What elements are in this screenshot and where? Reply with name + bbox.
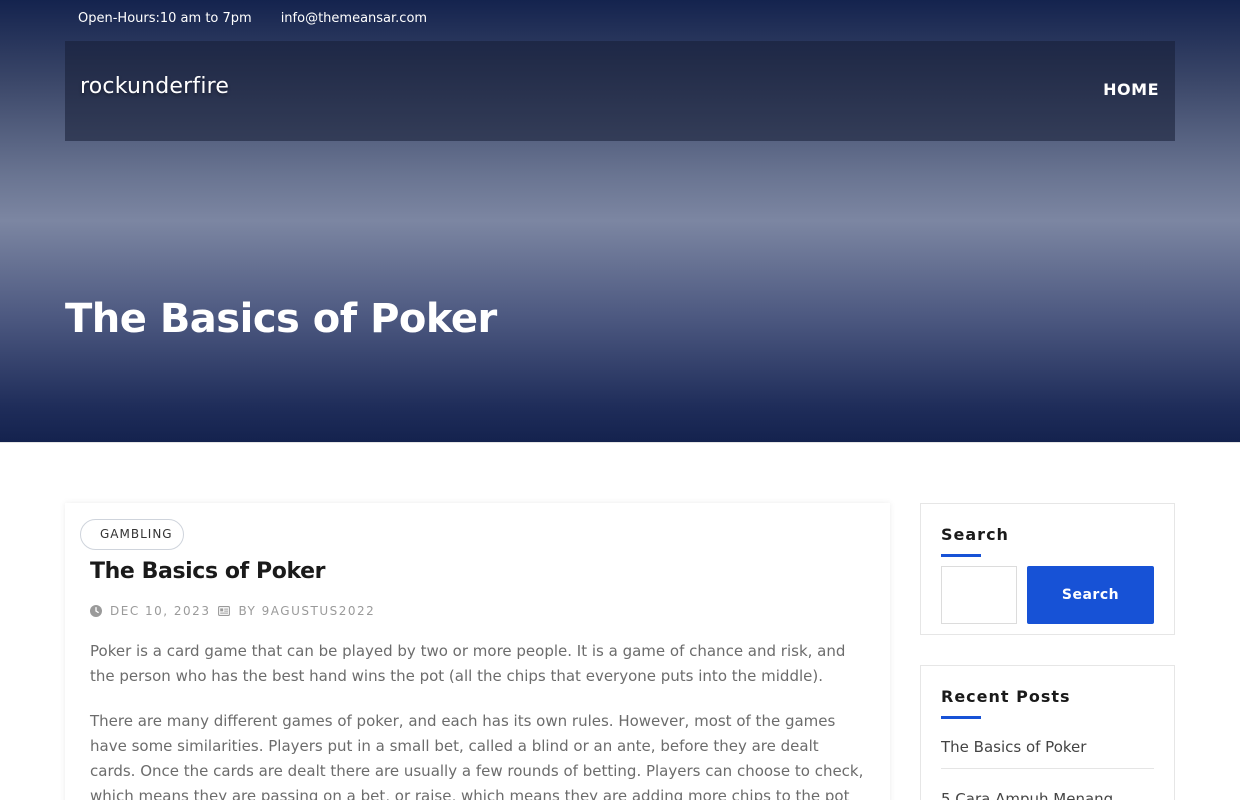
nav-item-home[interactable]: HOME — [1103, 80, 1159, 99]
title-underline — [941, 554, 981, 557]
recent-post-link[interactable]: 5 Cara Ampuh Menang — [941, 790, 1154, 800]
title-underline — [941, 716, 981, 719]
search-button[interactable]: Search — [1027, 566, 1154, 624]
category-badge[interactable]: GAMBLING — [80, 519, 184, 550]
recent-posts-widget: Recent Posts The Basics of Poker 5 Cara … — [920, 665, 1175, 800]
navbar: rockunderfire HOME — [65, 41, 1175, 141]
contact-email[interactable]: info@themeansar.com — [281, 11, 427, 31]
post-paragraph: Poker is a card game that can be played … — [90, 642, 846, 685]
author-card-icon — [218, 606, 231, 616]
topbar: Open-Hours:10 am to 7pm info@themeansar.… — [78, 11, 427, 31]
post-meta: DEC 10, 2023 BY 9AGUSTUS2022 — [90, 604, 375, 618]
hero-banner: Open-Hours:10 am to 7pm info@themeansar.… — [0, 0, 1240, 443]
site-brand[interactable]: rockunderfire — [80, 74, 229, 99]
clock-icon — [90, 605, 102, 617]
hero-title: The Basics of Poker — [65, 296, 497, 342]
recent-post-link[interactable]: The Basics of Poker — [941, 738, 1154, 769]
post-date[interactable]: DEC 10, 2023 — [110, 604, 210, 618]
search-widget-title: Search — [941, 525, 1009, 544]
recent-posts-title: Recent Posts — [941, 687, 1071, 706]
post-card: GAMBLING The Basics of Poker DEC 10, 202… — [65, 503, 890, 800]
search-widget: Search Search — [920, 503, 1175, 635]
post-paragraph: There are many different games of poker,… — [90, 712, 864, 800]
post-title[interactable]: The Basics of Poker — [90, 559, 325, 584]
open-hours: Open-Hours:10 am to 7pm — [78, 11, 252, 26]
post-author[interactable]: BY 9AGUSTUS2022 — [238, 604, 375, 618]
search-input[interactable] — [941, 566, 1017, 624]
